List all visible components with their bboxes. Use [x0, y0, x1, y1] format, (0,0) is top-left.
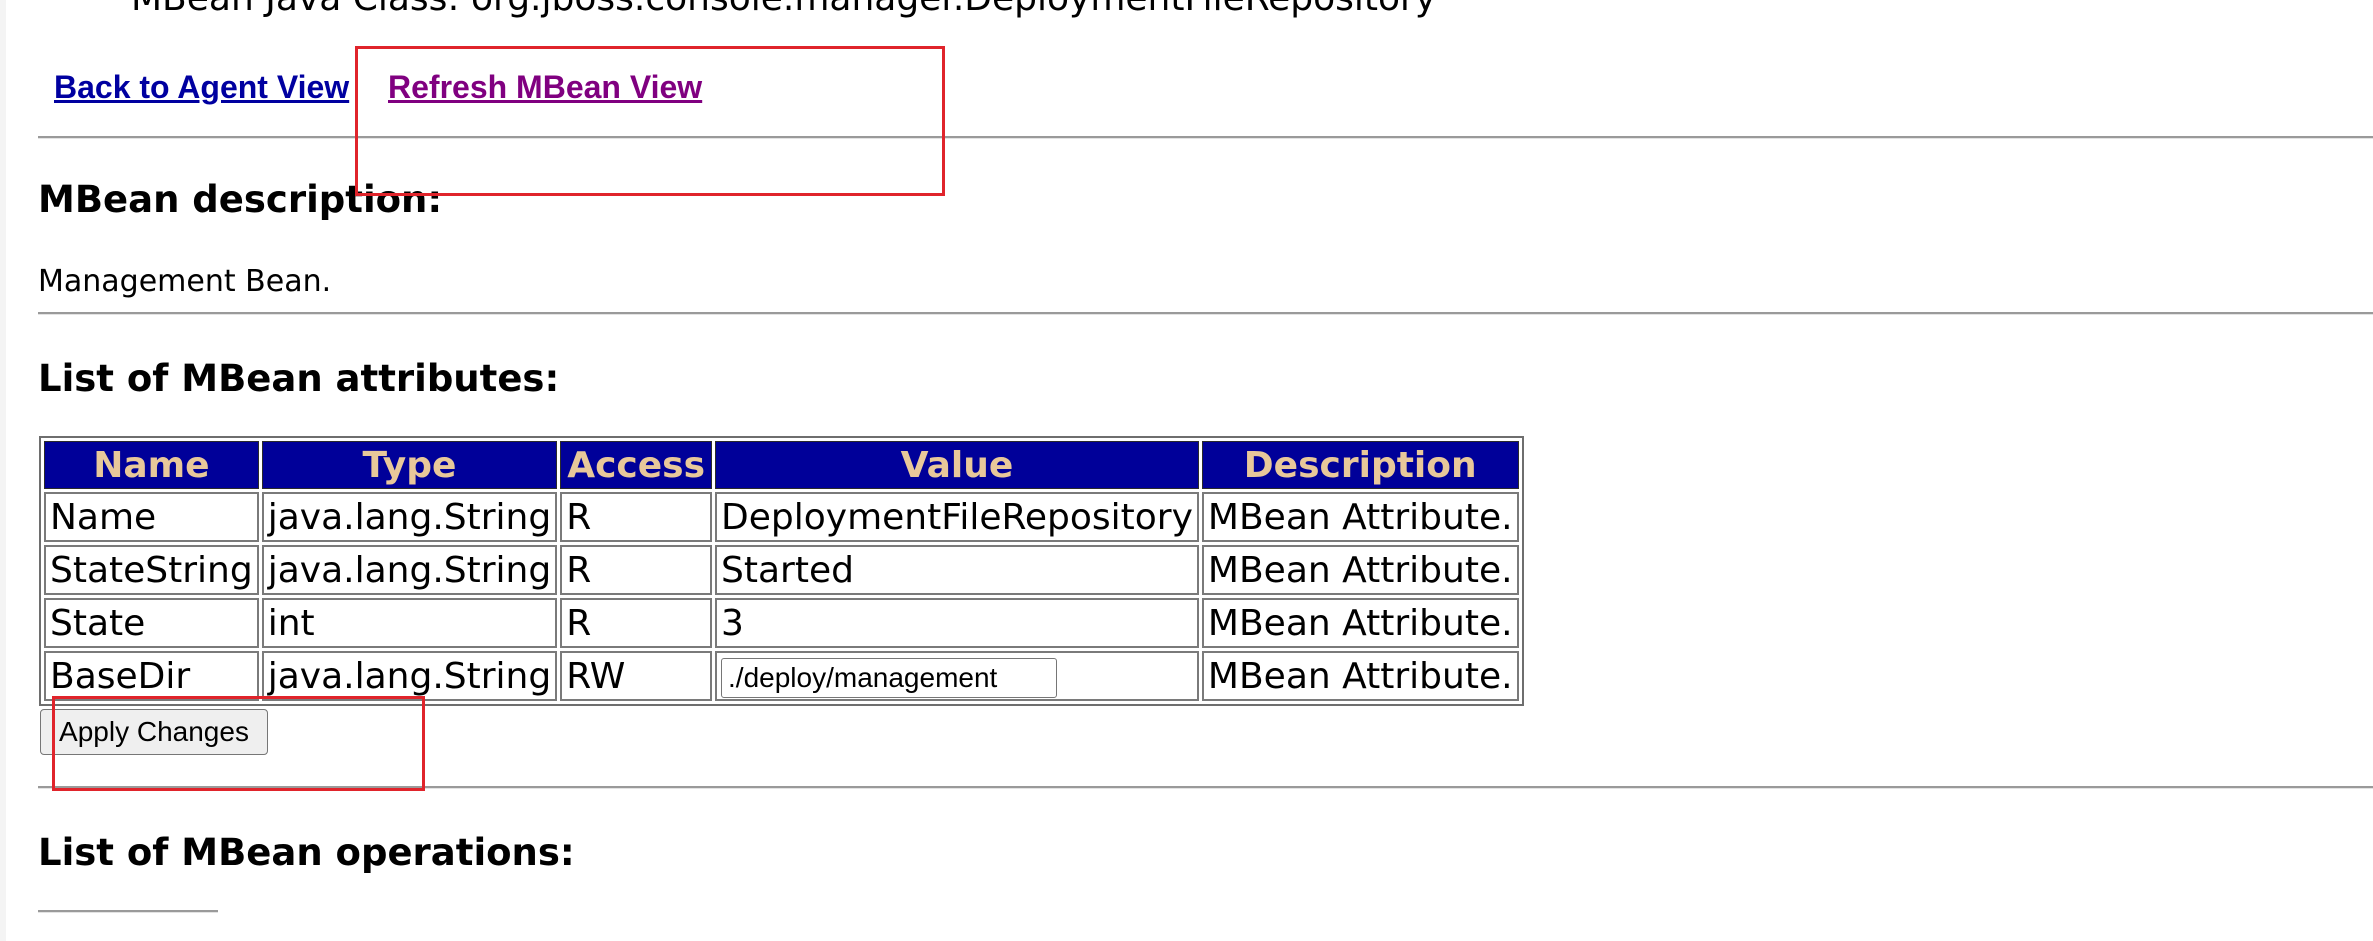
table-row: BaseDir java.lang.String RW MBean Attrib…: [44, 651, 1519, 701]
attribute-value: Started: [715, 545, 1199, 595]
back-to-agent-view-link[interactable]: Back to Agent View: [54, 69, 349, 106]
divider: [38, 312, 2373, 315]
left-border: [0, 0, 6, 941]
attribute-name: StateString: [44, 545, 259, 595]
attribute-description: MBean Attribute.: [1201, 492, 1519, 542]
attribute-description: MBean Attribute.: [1201, 598, 1519, 648]
attribute-value: DeploymentFileRepository: [715, 492, 1199, 542]
column-header-access: Access: [560, 441, 713, 489]
refresh-mbean-view-link[interactable]: Refresh MBean View: [388, 69, 702, 106]
attribute-access: R: [560, 598, 713, 648]
divider: [38, 786, 2373, 789]
mbean-view-page: MBean Java Class: org.jboss.console.mana…: [0, 0, 2373, 941]
attribute-value-cell: [715, 651, 1199, 701]
basedir-value-input[interactable]: [721, 657, 1058, 698]
attribute-name: Name: [44, 492, 259, 542]
column-header-type: Type: [261, 441, 558, 489]
attribute-name: State: [44, 598, 259, 648]
mbean-java-class: MBean Java Class: org.jboss.console.mana…: [131, 0, 1436, 19]
table-row: Name java.lang.String R DeploymentFileRe…: [44, 492, 1519, 542]
attribute-type: java.lang.String: [261, 545, 558, 595]
attribute-type: java.lang.String: [261, 492, 558, 542]
operations-heading: List of MBean operations:: [38, 831, 575, 874]
attributes-heading: List of MBean attributes:: [38, 357, 560, 400]
attribute-type: java.lang.String: [261, 651, 558, 701]
column-header-value: Value: [715, 441, 1199, 489]
table-header-row: Name Type Access Value Description: [44, 441, 1519, 489]
column-header-description: Description: [1201, 441, 1519, 489]
divider: [38, 910, 218, 913]
attribute-access: R: [560, 545, 713, 595]
attribute-name: BaseDir: [44, 651, 259, 701]
table-row: StateString java.lang.String R Started M…: [44, 545, 1519, 595]
column-header-name: Name: [44, 441, 259, 489]
attributes-table: Name Type Access Value Description Name …: [39, 436, 1524, 706]
apply-changes-button[interactable]: Apply Changes: [40, 709, 268, 755]
attribute-value: 3: [715, 598, 1199, 648]
mbean-description-text: Management Bean.: [38, 264, 332, 299]
attribute-type: int: [261, 598, 558, 648]
divider: [38, 136, 2373, 139]
mbean-description-heading: MBean description:: [38, 178, 443, 221]
table-row: State int R 3 MBean Attribute.: [44, 598, 1519, 648]
attribute-description: MBean Attribute.: [1201, 545, 1519, 595]
attribute-access: RW: [560, 651, 713, 701]
attribute-access: R: [560, 492, 713, 542]
attribute-description: MBean Attribute.: [1201, 651, 1519, 701]
